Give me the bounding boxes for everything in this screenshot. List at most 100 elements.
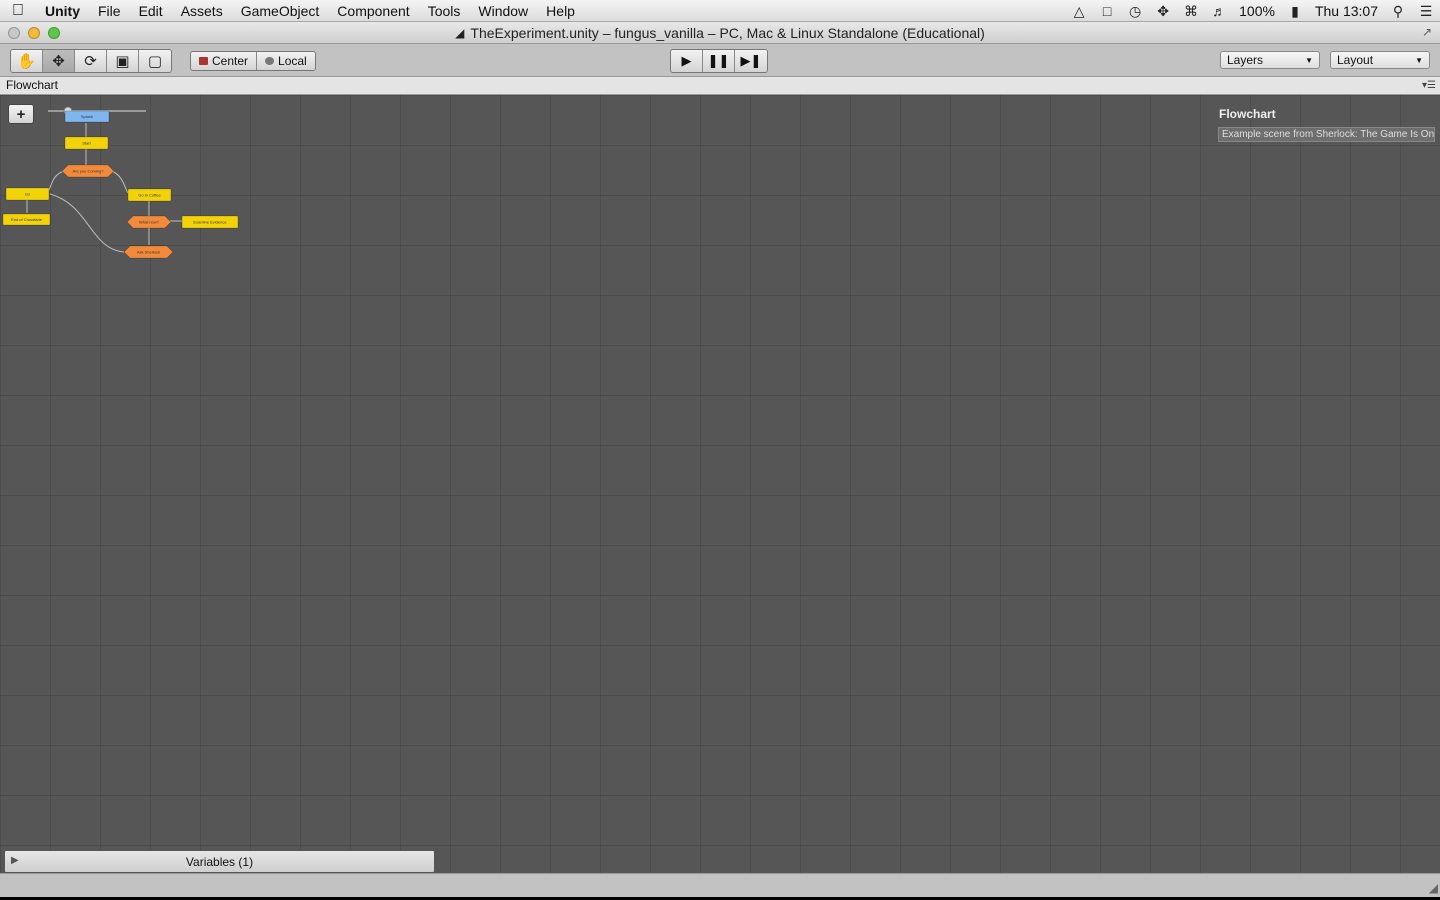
window-titlebar: ◢ TheExperiment.unity – fungus_vanilla –… (0, 22, 1440, 44)
layers-dropdown[interactable]: Layers ▼ (1220, 51, 1320, 69)
window-title: ◢ TheExperiment.unity – fungus_vanilla –… (455, 25, 985, 41)
menu-tools[interactable]: Tools (419, 0, 470, 22)
scale-icon: ▣ (115, 53, 130, 70)
battery-icon[interactable]: ▮ (1281, 3, 1309, 20)
flowchart-graph: Splash Start Are you Coming? Go Go in Coffee… (2, 106, 239, 259)
pause-button[interactable]: ❚❚ (703, 50, 735, 72)
connection-coming-go (47, 170, 65, 193)
flowchart-node-examine-evidence[interactable]: Examine Evidence (181, 215, 239, 229)
time-machine-icon[interactable]: ◷ (1121, 3, 1149, 20)
menu-assets[interactable]: Assets (172, 0, 232, 22)
notification-center-icon[interactable]: ☰ (1412, 3, 1440, 20)
drive-icon[interactable]: △ (1065, 3, 1093, 20)
flowchart-node-start[interactable]: Start (64, 136, 109, 150)
add-block-button[interactable]: + (8, 104, 34, 124)
hand-tool-button[interactable]: ✋ (11, 50, 43, 72)
node-label: Start (82, 141, 91, 146)
pivot-toggles: Center Local (190, 51, 316, 71)
flowchart-node-what-now[interactable]: What now? (126, 215, 172, 229)
status-area: △ □ ◷ ✥ ⌘ ♬ 100% ▮ Thu 13:07 ⚲ ☰ (1065, 0, 1440, 22)
layout-dropdown-label: Layout (1337, 53, 1374, 67)
menu-gameobject[interactable]: GameObject (232, 0, 329, 22)
variables-label: Variables (1) (185, 854, 254, 869)
window-controls (8, 27, 60, 39)
menu-help[interactable]: Help (537, 0, 584, 22)
node-label: Go in Coffee (138, 193, 161, 198)
local-cube-icon (265, 57, 275, 65)
node-label: Examine Evidence (193, 220, 227, 225)
menu-window[interactable]: Window (469, 0, 537, 22)
pivot-center-button[interactable]: Center (191, 52, 258, 70)
menubar-clock[interactable]: Thu 13:07 (1309, 3, 1384, 19)
menu-component[interactable]: Component (328, 0, 418, 22)
center-pivot-icon (199, 57, 208, 65)
chevron-down-icon: ▼ (1415, 55, 1423, 65)
layers-dropdown-label: Layers (1227, 53, 1264, 67)
screen-capture-icon[interactable]: □ (1093, 3, 1121, 19)
plus-icon: + (16, 105, 26, 123)
flowchart-panel-tab[interactable]: Flowchart ▾☰ (0, 77, 1440, 95)
wifi-icon[interactable]: ⌘ (1177, 3, 1205, 20)
transform-tools: ✋ ✥ ⟳ ▣ ▢ (10, 49, 172, 73)
menu-file[interactable]: File (89, 0, 130, 22)
unity-toolbar: ✋ ✥ ⟳ ▣ ▢ Center Local ▶ ❚❚ ▶❚ Layers ▼ … (0, 44, 1440, 77)
apple-menu-icon[interactable]:  (0, 2, 36, 20)
flowchart-node-go-in-coffee[interactable]: Go in Coffee (127, 188, 172, 202)
flowchart-canvas[interactable]: Splash Start Are you Coming? Go Go in Coffee… (0, 95, 1440, 873)
step-button[interactable]: ▶❚ (735, 50, 767, 72)
flowchart-nodes: Splash Start Are you Coming? Go Go in Coffee… (2, 110, 239, 259)
node-label: Splash (81, 114, 93, 119)
rect-icon: ▢ (147, 53, 163, 70)
pause-icon: ❚❚ (707, 53, 730, 68)
layout-dropdown[interactable]: Layout ▼ (1330, 51, 1430, 69)
unity-logo-icon: ◢ (455, 25, 465, 40)
volume-icon[interactable]: ♬ (1205, 3, 1233, 19)
window-title-text: TheExperiment.unity – fungus_vanilla – P… (470, 24, 985, 41)
menu-app-name[interactable]: Unity (36, 0, 89, 22)
pivot-center-label: Center (212, 54, 249, 68)
panel-options-icon[interactable]: ▾☰ (1422, 77, 1436, 94)
pivot-local-label: Local (278, 54, 307, 68)
scale-tool-button[interactable]: ▣ (107, 50, 139, 72)
flowchart-node-end-of-crossfade[interactable]: End of Crossfade (2, 213, 51, 226)
panel-tab-title: Flowchart (6, 78, 59, 92)
flowchart-node-go[interactable]: Go (5, 187, 50, 201)
step-icon: ▶❚ (740, 53, 762, 68)
move-tool-button[interactable]: ✥ (43, 50, 75, 72)
node-label: What now? (139, 220, 160, 225)
playback-controls: ▶ ❚❚ ▶❚ (670, 49, 768, 73)
connection-go-ask (49, 193, 126, 253)
flowchart-info-description[interactable]: Example scene from Sherlock: The Game Is… (1218, 127, 1435, 142)
bluetooth-icon[interactable]: ✥ (1149, 3, 1177, 20)
minimize-window-button[interactable] (28, 27, 40, 39)
zoom-window-button[interactable] (48, 27, 60, 39)
flowchart-node-ask-sherlock[interactable]: Ask Sherlock (123, 245, 174, 259)
node-label: Are you Coming? (73, 169, 105, 174)
node-label: Ask Sherlock (137, 250, 160, 255)
resize-grip-icon[interactable]: ◢ (1429, 881, 1438, 895)
menubar:  Unity File Edit Assets GameObject Comp… (0, 0, 1440, 22)
expand-arrow-icon[interactable]: ▶ (11, 855, 19, 866)
rect-tool-button[interactable]: ▢ (139, 50, 171, 72)
flowchart-info-title: Flowchart (1219, 107, 1276, 121)
chevron-down-icon: ▼ (1305, 55, 1313, 65)
variables-panel-toggle[interactable]: ▶ Variables (1) (4, 850, 435, 873)
node-label: End of Crossfade (11, 217, 43, 222)
play-icon: ▶ (681, 53, 692, 68)
connection-coming-coffee (111, 170, 129, 194)
rotate-tool-button[interactable]: ⟳ (75, 50, 107, 72)
flowchart-node-are-you-coming[interactable]: Are you Coming? (61, 164, 115, 178)
move-arrows-icon: ✥ (52, 53, 65, 70)
node-label: Go (25, 192, 31, 197)
close-window-button[interactable] (8, 27, 20, 39)
battery-percent[interactable]: 100% (1233, 3, 1281, 19)
hand-icon: ✋ (17, 53, 36, 70)
menu-edit[interactable]: Edit (130, 0, 172, 22)
fullscreen-icon[interactable]: ↗ (1422, 25, 1432, 39)
spotlight-search-icon[interactable]: ⚲ (1384, 3, 1412, 20)
rotate-icon: ⟳ (84, 53, 97, 70)
pivot-local-button[interactable]: Local (257, 52, 315, 70)
editor-status-bar: ◢ (0, 873, 1440, 897)
play-button[interactable]: ▶ (671, 50, 703, 72)
flowchart-node-splash[interactable]: Splash (64, 110, 110, 123)
